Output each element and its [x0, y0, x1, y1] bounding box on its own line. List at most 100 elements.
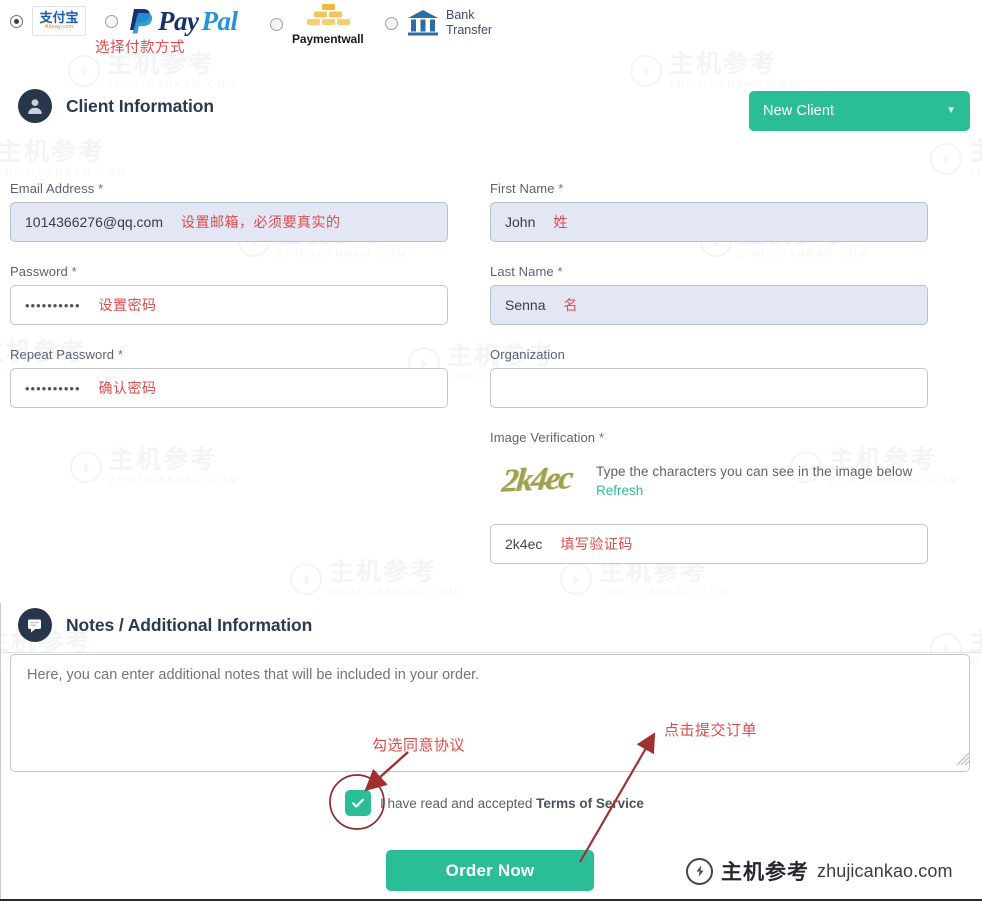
- field-repeat-password: Repeat Password * •••••••••• 确认密码: [10, 347, 448, 408]
- repeat-password-value: ••••••••••: [25, 380, 81, 396]
- organization-input[interactable]: [490, 368, 928, 408]
- order-now-button[interactable]: Order Now: [386, 850, 594, 891]
- site-branding: 主机参考 zhujicankao.com: [686, 856, 953, 886]
- last-name-input[interactable]: Senna 名: [490, 285, 928, 325]
- watermark: 主机参考 ZHUJICANKAO.COM: [70, 448, 240, 486]
- alipay-label-en: Alipay.com: [44, 24, 74, 31]
- notes-section-title: Notes / Additional Information: [66, 614, 313, 635]
- watermark-cn: 主机参考: [669, 50, 778, 78]
- payment-option-bank-transfer[interactable]: Bank Transfer: [385, 8, 492, 38]
- field-last-name: Last Name * Senna 名: [490, 264, 928, 325]
- field-image-verification: Image Verification *: [490, 430, 928, 451]
- payment-option-paymentwall[interactable]: Paymentwall: [270, 2, 364, 46]
- radio-paypal[interactable]: [105, 14, 118, 28]
- field-password: Password * •••••••••• 设置密码: [10, 264, 448, 325]
- watermark-en: ZHUJICANKAO.COM: [109, 475, 240, 486]
- alipay-logo-icon: 支付宝 Alipay.com: [32, 6, 86, 36]
- watermark-logo-icon: [630, 54, 662, 87]
- watermark-logo-icon: [930, 142, 962, 175]
- email-value: 1014366276@qq.com: [25, 214, 163, 230]
- email-input[interactable]: 1014366276@qq.com 设置邮箱，必须要真实的: [10, 202, 448, 242]
- watermark: 主机参考 ZHUJICANKAO.COM: [68, 52, 238, 90]
- check-icon: [352, 798, 364, 808]
- gold-bars-icon: [306, 4, 350, 25]
- field-captcha-input: 2k4ec 填写验证码: [490, 524, 928, 564]
- bank-transfer-label-line1: Bank: [446, 8, 475, 23]
- terms-checkbox[interactable]: [345, 790, 371, 816]
- last-name-value: Senna: [505, 297, 546, 313]
- chevron-down-icon: ▼: [946, 105, 956, 116]
- watermark-logo-icon: [70, 450, 102, 483]
- repeat-password-input[interactable]: •••••••••• 确认密码: [10, 368, 448, 408]
- watermark-en: ZHUJICANKAO.COM: [739, 249, 870, 260]
- watermark-en: ZHUJICANKAO.COM: [277, 249, 408, 260]
- payment-method-selector[interactable]: 支付宝 Alipay.com Pay Pal Paymentwall Bank …: [0, 0, 982, 56]
- brand-logo-icon: [686, 857, 713, 885]
- captcha-hint: Type the characters you can see in the i…: [596, 464, 913, 479]
- watermark-cn: 主机参考: [0, 138, 106, 166]
- brand-name-cn: 主机参考: [721, 861, 809, 884]
- password-label: Password *: [10, 264, 77, 279]
- watermark-en: ZHUJICANKAO.COM: [329, 587, 460, 598]
- annotation-repeat-password: 确认密码: [98, 380, 157, 396]
- paymentwall-label: Paymentwall: [292, 32, 364, 46]
- annotation-password: 设置密码: [98, 297, 157, 313]
- watermark-cn: 主机参考: [109, 446, 218, 474]
- watermark: 主机参考 ZHUJICANKAO.COM: [0, 140, 128, 178]
- email-label: Email Address *: [10, 181, 104, 196]
- new-client-dropdown[interactable]: New Client ▼: [749, 91, 970, 131]
- paypal-logo-icon: Pay Pal: [127, 5, 238, 36]
- alipay-label-cn: 支付宝: [39, 10, 79, 26]
- field-email: Email Address * 1014366276@qq.com 设置邮箱，必…: [10, 181, 448, 242]
- field-organization: Organization: [490, 347, 928, 408]
- radio-bank-transfer[interactable]: [385, 16, 398, 30]
- terms-label: I have read and accepted Terms of Servic…: [380, 796, 644, 811]
- captcha-refresh-link[interactable]: Refresh: [596, 483, 643, 498]
- payment-option-paypal[interactable]: Pay Pal: [105, 5, 238, 36]
- annotation-first-name: 姓: [553, 214, 568, 230]
- chat-bubble-icon: [18, 608, 52, 642]
- paypal-mark-icon: [130, 9, 153, 34]
- notes-textarea[interactable]: [10, 654, 970, 772]
- terms-of-service-link[interactable]: Terms of Service: [536, 796, 644, 811]
- watermark-logo-icon: [68, 54, 100, 87]
- field-first-name: First Name * John 姓: [490, 181, 928, 242]
- annotation-payment-method: 选择付款方式: [95, 40, 185, 56]
- watermark-en: ZHUJICANKAO.COM: [0, 167, 128, 178]
- watermark-cn: 主机参考: [969, 140, 982, 165]
- notes-section-header: Notes / Additional Information: [18, 608, 312, 642]
- annotation-last-name: 名: [563, 297, 578, 313]
- repeat-password-label: Repeat Password *: [10, 347, 124, 362]
- watermark-en: ZHUJICANKAO.COM: [969, 167, 982, 178]
- textarea-resize-handle[interactable]: [956, 752, 970, 766]
- annotation-email: 设置邮箱，必须要真实的: [180, 214, 341, 230]
- password-value: ••••••••••: [25, 297, 81, 313]
- watermark: 主机参考 ZHUJICANKAO.COM: [290, 560, 460, 598]
- page-frame-left-border: [0, 603, 1, 901]
- brand-name-en: zhujicankao.com: [817, 860, 953, 881]
- watermark-cn: 主机参考: [329, 558, 438, 586]
- first-name-label: First Name *: [490, 181, 564, 196]
- image-verification-label: Image Verification *: [490, 430, 605, 445]
- paypal-label-pay: Pay: [158, 5, 199, 36]
- client-information-header: Client Information: [18, 89, 214, 123]
- annotation-captcha: 填写验证码: [560, 536, 633, 552]
- watermark-en: ZHUJICANKAO.COM: [599, 587, 730, 598]
- watermark: 主机参考 ZHUJICANKAO.COM: [930, 140, 982, 178]
- radio-paymentwall[interactable]: [270, 17, 283, 31]
- first-name-value: John: [505, 214, 536, 230]
- terms-of-service-row[interactable]: I have read and accepted Terms of Servic…: [345, 790, 644, 816]
- watermark-logo-icon: [560, 562, 592, 595]
- watermark-en: ZHUJICANKAO.COM: [969, 657, 982, 668]
- last-name-label: Last Name *: [490, 264, 563, 279]
- password-input[interactable]: •••••••••• 设置密码: [10, 285, 448, 325]
- bank-transfer-label-line2: Transfer: [446, 23, 493, 37]
- captcha-input[interactable]: 2k4ec 填写验证码: [490, 524, 928, 564]
- captcha-input-value: 2k4ec: [505, 536, 543, 552]
- new-client-label: New Client: [763, 103, 835, 119]
- watermark-logo-icon: [290, 562, 322, 595]
- paypal-label-pal: Pal: [201, 5, 238, 36]
- first-name-input[interactable]: John 姓: [490, 202, 928, 242]
- radio-alipay[interactable]: [10, 14, 23, 28]
- payment-option-alipay[interactable]: 支付宝 Alipay.com: [10, 6, 86, 36]
